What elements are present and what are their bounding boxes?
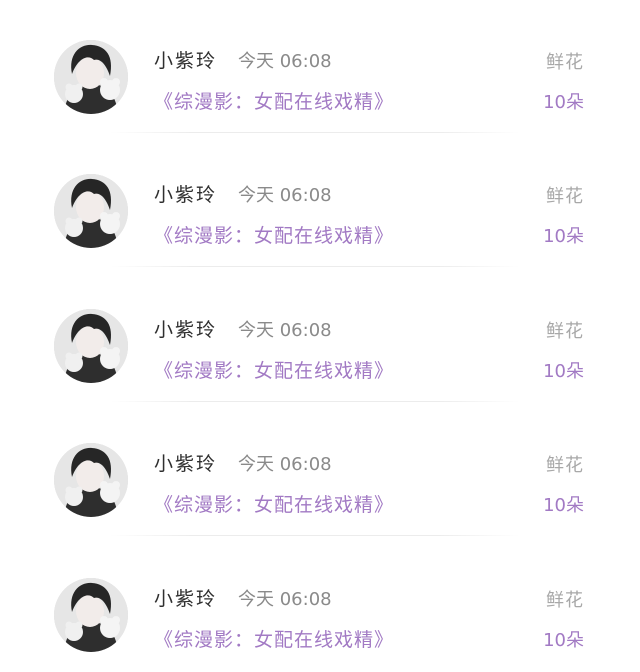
user-name: 小紫玲 [154,319,218,341]
user-name: 小紫玲 [154,453,218,475]
timestamp: 今天 06:08 [238,589,332,610]
divider [110,401,520,402]
gift-name: 鲜花 [546,455,584,476]
timestamp: 今天 06:08 [238,51,332,72]
book-title-link[interactable]: 《综漫影：女配在线戏精》 [154,87,394,114]
avatar[interactable] [54,309,128,383]
gift-count: 10朵 [543,226,584,247]
timestamp: 今天 06:08 [238,320,332,341]
gift-name: 鲜花 [546,52,584,73]
gift-record-row[interactable]: 小紫玲 今天 06:08 《综漫影：女配在线戏精》 鲜花 10朵 [0,403,640,537]
avatar[interactable] [54,40,128,114]
gift-record-list: 小紫玲 今天 06:08 《综漫影：女配在线戏精》 鲜花 10朵 小紫玲 今天 … [0,0,640,671]
gift-name: 鲜花 [546,590,584,611]
book-title-link[interactable]: 《综漫影：女配在线戏精》 [154,221,394,248]
user-name: 小紫玲 [154,184,218,206]
gift-count: 10朵 [543,92,584,113]
timestamp: 今天 06:08 [238,454,332,475]
gift-count: 10朵 [543,495,584,516]
gift-name: 鲜花 [546,321,584,342]
gift-record-row[interactable]: 小紫玲 今天 06:08 《综漫影：女配在线戏精》 鲜花 10朵 [0,0,640,134]
book-title-link[interactable]: 《综漫影：女配在线戏精》 [154,490,394,517]
avatar[interactable] [54,578,128,652]
user-name: 小紫玲 [154,50,218,72]
avatar[interactable] [54,174,128,248]
divider [110,132,520,133]
divider [110,535,520,536]
book-title-link[interactable]: 《综漫影：女配在线戏精》 [154,356,394,383]
gift-name: 鲜花 [546,186,584,207]
gift-count: 10朵 [543,361,584,382]
book-title-link[interactable]: 《综漫影：女配在线戏精》 [154,625,394,652]
gift-record-row[interactable]: 小紫玲 今天 06:08 《综漫影：女配在线戏精》 鲜花 10朵 [0,269,640,403]
gift-record-row[interactable]: 小紫玲 今天 06:08 《综漫影：女配在线戏精》 鲜花 10朵 [0,538,640,672]
gift-record-row[interactable]: 小紫玲 今天 06:08 《综漫影：女配在线戏精》 鲜花 10朵 [0,134,640,268]
divider [110,266,520,267]
gift-count: 10朵 [543,630,584,651]
timestamp: 今天 06:08 [238,185,332,206]
user-name: 小紫玲 [154,588,218,610]
avatar[interactable] [54,443,128,517]
